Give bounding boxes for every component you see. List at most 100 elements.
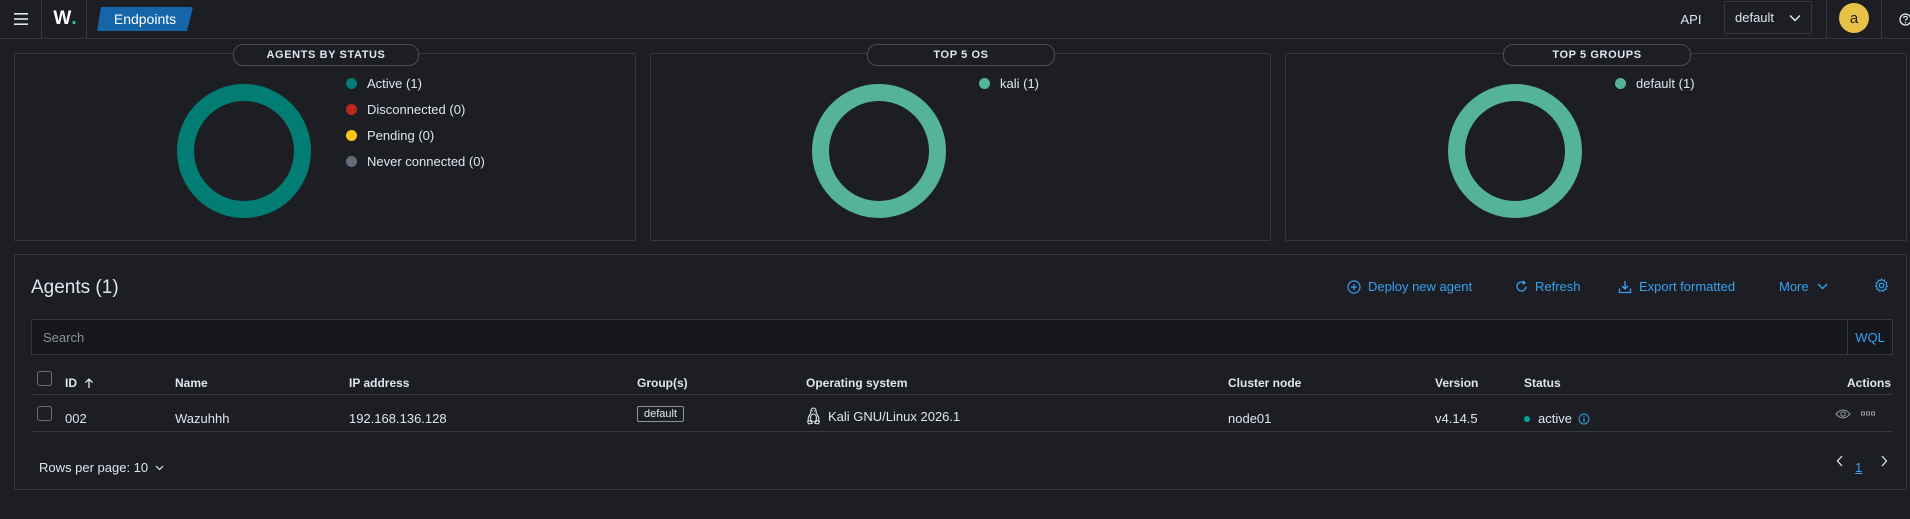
column-header-cluster-node[interactable]: Cluster node [1228,376,1301,390]
hamburger-icon [14,13,28,25]
groups-legend: default (1) [1615,70,1695,96]
chevron-down-icon [155,465,164,470]
cell-ip: 192.168.136.128 [349,411,447,426]
info-icon[interactable] [1578,413,1590,425]
cell-status: active [1524,411,1590,426]
group-badge[interactable]: default [637,406,685,422]
panel-title: TOP 5 GROUPS [1503,44,1691,66]
menu-button[interactable] [6,4,36,34]
row-divider [31,431,1893,432]
select-all-checkbox[interactable] [37,371,52,386]
linux-tux-icon [806,407,821,425]
donut-ring-kali [812,84,946,218]
legend-dot [346,103,357,115]
previous-page-icon[interactable] [1835,454,1845,468]
more-options-icon[interactable] [1861,411,1875,417]
legend-dot [346,155,357,167]
wazuh-logo[interactable]: W. [50,4,80,34]
refresh-icon [1516,280,1527,292]
os-label: Kali GNU/Linux 2026.1 [828,408,961,424]
agents-by-status-panel: AGENTS BY STATUS Active (1) Disconnected… [14,44,636,241]
divider [41,0,42,38]
donut-ring-default [1448,84,1582,218]
os-donut-chart [812,84,946,218]
search-input[interactable] [32,320,1842,354]
logo-dot: . [71,8,77,29]
page-number-1[interactable]: 1 [1855,460,1862,475]
tenant-selector[interactable]: default [1724,1,1812,34]
legend-dot [979,77,990,89]
cell-os: Kali GNU/Linux 2026.1 [806,407,960,425]
column-header-id[interactable]: ID [65,376,94,390]
export-formatted-button[interactable]: Export formatted [1618,279,1735,294]
legend-item-disconnected[interactable]: Disconnected (0) [346,96,485,122]
deploy-label: Deploy new agent [1368,279,1473,294]
gear-icon [1874,278,1889,293]
more-button[interactable]: More [1779,279,1835,294]
export-label: Export formatted [1639,279,1736,294]
groups-donut-chart [1448,84,1582,218]
column-label: ID [65,376,77,390]
legend-label: Disconnected (0) [367,101,466,117]
column-header-os[interactable]: Operating system [806,376,907,390]
legend-label: Never connected (0) [367,153,485,169]
chevron-down-icon [1817,283,1828,290]
agents-title: Agents (1) [31,277,119,298]
column-header-actions: Actions [1847,376,1892,390]
table-settings-button[interactable] [1874,278,1896,293]
top-os-panel: TOP 5 OS kali (1) [650,44,1271,241]
legend-label: kali (1) [1000,75,1040,91]
logo-text: W [53,8,72,29]
help-icon [1898,12,1910,26]
panel-title: AGENTS BY STATUS [233,44,419,66]
legend-item-default[interactable]: default (1) [1615,70,1695,96]
legend-label: default (1) [1636,75,1695,91]
os-legend: kali (1) [979,70,1039,96]
next-page-icon[interactable] [1879,454,1889,468]
legend-dot [346,77,357,89]
wql-toggle-button[interactable]: WQL [1847,320,1892,354]
refresh-label: Refresh [1535,279,1581,294]
legend-item-kali[interactable]: kali (1) [979,70,1039,96]
user-avatar[interactable]: a [1839,3,1869,33]
status-label: active [1538,411,1572,426]
rows-per-page-label: Rows per page: 10 [39,460,149,475]
column-header-version[interactable]: Version [1435,376,1478,390]
cell-cluster-node: node01 [1228,411,1272,426]
help-button[interactable] [1898,10,1910,28]
refresh-button[interactable]: Refresh [1515,279,1581,294]
cell-id: 002 [65,411,87,426]
view-eye-icon[interactable] [1835,408,1851,420]
column-header-status[interactable]: Status [1524,376,1561,390]
divider [86,0,87,38]
agents-table-panel: Agents (1) Deploy new agent Refresh Expo… [14,254,1907,490]
top-groups-panel: TOP 5 GROUPS default (1) [1285,44,1907,241]
donut-ring-active [177,84,311,218]
chevron-down-icon [1789,14,1801,22]
sort-ascending-icon [85,378,94,389]
status-legend: Active (1) Disconnected (0) Pending (0) … [346,70,485,174]
api-link[interactable]: API [1670,8,1712,30]
legend-item-never-connected[interactable]: Never connected (0) [346,148,485,174]
rows-per-page-selector[interactable]: Rows per page: 10 [39,460,164,475]
legend-item-pending[interactable]: Pending (0) [346,122,485,148]
column-header-ip[interactable]: IP address [349,376,409,390]
deploy-new-agent-button[interactable]: Deploy new agent [1347,279,1472,294]
tenant-label: default [1735,10,1775,25]
legend-dot [1615,77,1626,89]
legend-dot [346,129,357,141]
divider [1881,0,1882,38]
column-header-name[interactable]: Name [175,376,208,390]
search-bar: WQL [31,319,1893,355]
more-label: More [1779,279,1809,294]
panel-title: TOP 5 OS [867,44,1055,66]
column-header-groups[interactable]: Group(s) [637,376,688,390]
divider [1826,0,1827,38]
breadcrumb-endpoints[interactable]: Endpoints [97,7,193,31]
row-checkbox[interactable] [37,406,52,421]
legend-item-active[interactable]: Active (1) [346,70,485,96]
cell-version: v4.14.5 [1435,411,1478,426]
status-dot [1524,415,1530,422]
cell-name: Wazuhhh [175,411,230,426]
plus-circle-icon [1347,279,1361,294]
